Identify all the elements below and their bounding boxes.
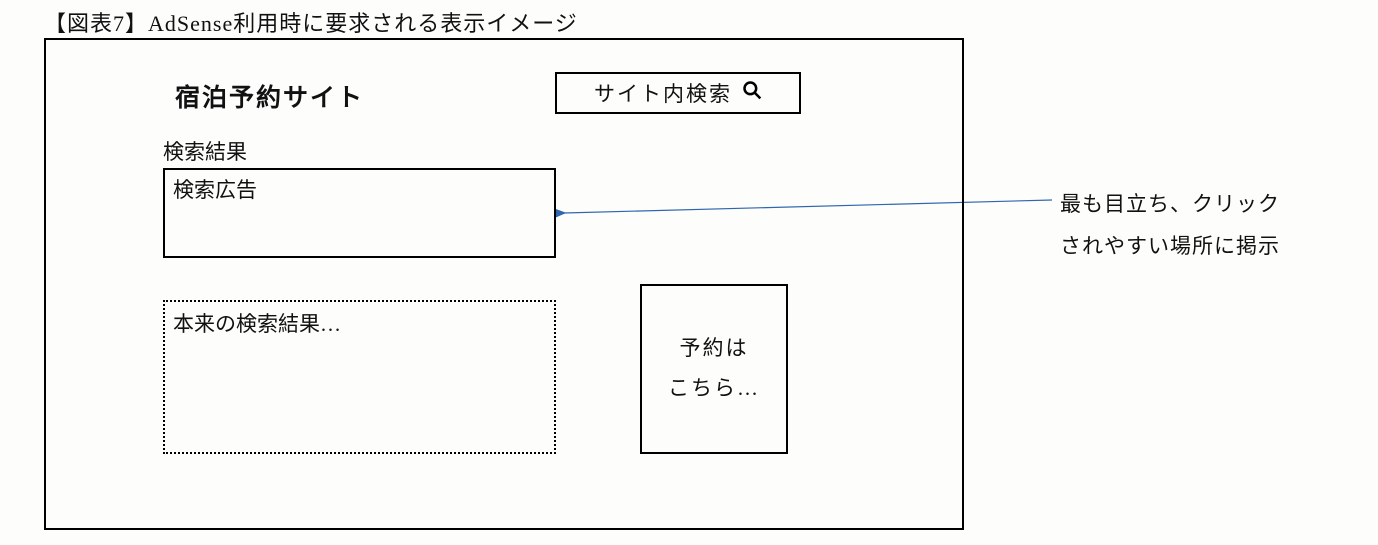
annotation-line-1: 最も目立ち、クリック <box>1060 183 1280 225</box>
mock-cta-label: 予約は こちら… <box>668 329 760 409</box>
search-icon <box>742 80 762 106</box>
mock-search-box[interactable]: サイト内検索 <box>555 72 801 114</box>
diagram-canvas: 【図表7】AdSense利用時に要求される表示イメージ 最も目立ち、クリック さ… <box>0 0 1378 545</box>
annotation-text: 最も目立ち、クリック されやすい場所に掲示 <box>1060 183 1280 267</box>
mock-cta-box[interactable]: 予約は こちら… <box>640 284 788 454</box>
figure-caption: 【図表7】AdSense利用時に要求される表示イメージ <box>44 6 578 38</box>
mock-organic-results-box: 本来の検索結果… <box>163 300 556 454</box>
mock-organic-results-label: 本来の検索結果… <box>173 312 341 336</box>
annotation-line-2: されやすい場所に掲示 <box>1060 225 1280 267</box>
mock-results-heading: 検索結果 <box>163 136 247 166</box>
mock-search-ad-box[interactable]: 検索広告 <box>163 168 556 258</box>
mock-site-title: 宿泊予約サイト <box>175 78 364 114</box>
mock-search-label: サイト内検索 <box>594 78 732 108</box>
mock-search-ad-label: 検索広告 <box>173 178 257 202</box>
